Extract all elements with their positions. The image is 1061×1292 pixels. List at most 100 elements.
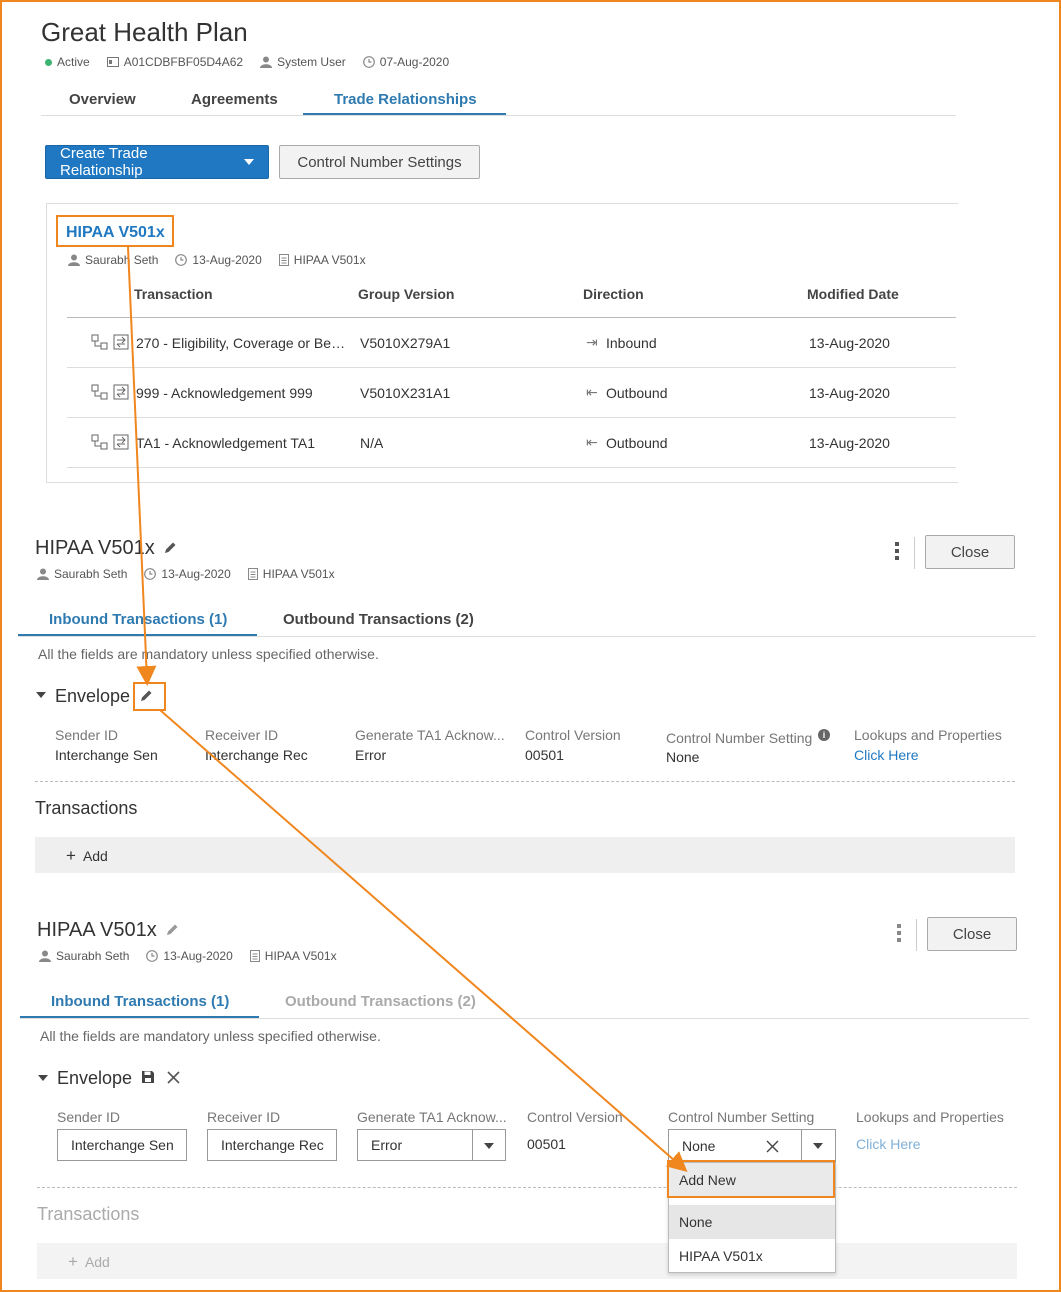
control-number-settings-button[interactable]: Control Number Settings: [279, 145, 480, 179]
status-dot-icon: [45, 58, 52, 66]
transactions-heading: Transactions: [37, 1204, 140, 1224]
edit-map-icon[interactable]: [113, 334, 129, 350]
ta1-select[interactable]: Error: [357, 1129, 506, 1161]
kebab-menu-icon[interactable]: [897, 924, 901, 945]
detail-author: Saurabh Seth: [56, 949, 130, 963]
row1-direction: Inbound: [606, 335, 657, 351]
save-icon[interactable]: [141, 1070, 155, 1084]
col-group-version[interactable]: Group Version: [358, 286, 454, 302]
row1-transaction: 270 - Eligibility, Coverage or Bene...: [136, 335, 352, 351]
plus-icon: +: [66, 846, 76, 865]
dropdown-option-hipaa[interactable]: HIPAA V501x: [669, 1239, 835, 1273]
envelope-divider: [37, 1187, 1017, 1188]
transactions-heading: Transactions: [35, 798, 138, 818]
collapse-caret-icon[interactable]: [36, 692, 46, 698]
detail-author: Saurabh Seth: [54, 567, 128, 581]
envelope-heading: Envelope: [57, 1068, 133, 1088]
outbound-arrow-icon: ⇤: [586, 384, 598, 400]
receiver-id-value: Interchange Rec: [205, 747, 308, 763]
clock-icon: [175, 254, 188, 266]
receiver-id-input[interactable]: Interchange Rec: [207, 1129, 337, 1161]
edit-map-icon[interactable]: [113, 384, 129, 400]
caret-down-icon: [244, 159, 254, 165]
col-modified-date[interactable]: Modified Date: [807, 286, 899, 302]
create-trade-relationship-button[interactable]: Create Trade Relationship: [45, 145, 269, 179]
header-date: 07-Aug-2020: [379, 55, 450, 69]
select-divider: [472, 1130, 473, 1160]
detail-title: HIPAA V501x: [35, 537, 155, 559]
collapse-caret-icon[interactable]: [38, 1075, 48, 1081]
clock-icon: [362, 56, 375, 68]
header-user: System User: [277, 55, 346, 69]
workflow-icon[interactable]: [91, 384, 109, 400]
pencil-icon[interactable]: [164, 541, 177, 554]
tab-trade-relationships[interactable]: Trade Relationships: [334, 91, 477, 108]
sender-id-input[interactable]: Interchange Sen: [57, 1129, 187, 1161]
lookups-link[interactable]: Click Here: [856, 1136, 921, 1152]
vertical-divider: [914, 537, 915, 569]
receiver-id-label: Receiver ID: [207, 1109, 281, 1125]
row3-transaction: TA1 - Acknowledgement TA1: [136, 435, 315, 451]
lookups-label: Lookups and Properties: [856, 1109, 1004, 1125]
plus-icon: +: [68, 1252, 78, 1271]
info-icon[interactable]: i: [818, 729, 830, 741]
ta1-label: Generate TA1 Acknow...: [355, 727, 505, 743]
highlight-add-new: [667, 1160, 835, 1198]
detail-date: 13-Aug-2020: [163, 949, 233, 963]
control-number-label: Control Number Setting: [666, 730, 813, 746]
ta1-value: Error: [355, 747, 387, 763]
envelope-heading: Envelope: [55, 686, 131, 706]
status-badge: Active: [57, 55, 90, 69]
row3-direction: Outbound: [606, 435, 668, 451]
header-meta: Active A01CDBFBF05D4A62 System User 07-A…: [45, 55, 449, 69]
control-version-label: Control Version: [525, 727, 621, 743]
row1-group-version: V5010X279A1: [360, 335, 451, 351]
control-number-value: None: [666, 749, 700, 765]
outbound-arrow-icon: ⇤: [586, 434, 598, 450]
tab-outbound-transactions[interactable]: Outbound Transactions (2): [285, 993, 476, 1010]
tab-inbound-transactions[interactable]: Inbound Transactions (1): [49, 611, 227, 628]
mandatory-note: All the fields are mandatory unless spec…: [38, 646, 379, 662]
row2-transaction: 999 - Acknowledgement 999: [136, 385, 313, 401]
document-icon: [247, 568, 258, 580]
highlight-card-title: [56, 215, 174, 247]
close-icon[interactable]: [167, 1071, 180, 1084]
tabs-divider: [41, 115, 956, 116]
kebab-menu-icon[interactable]: [895, 542, 899, 563]
col-direction[interactable]: Direction: [583, 286, 644, 302]
sender-id-value: Interchange Sen: [55, 747, 158, 763]
tab-outbound-transactions[interactable]: Outbound Transactions (2): [283, 611, 474, 628]
workflow-icon[interactable]: [91, 334, 109, 350]
add-button[interactable]: + Add: [66, 846, 108, 865]
detail-version: HIPAA V501x: [262, 567, 335, 581]
chevron-down-icon[interactable]: [813, 1143, 823, 1149]
user-icon: [39, 950, 51, 962]
add-label: Add: [84, 1254, 110, 1270]
col-transaction[interactable]: Transaction: [134, 286, 213, 302]
create-button-label: Create Trade Relationship: [60, 145, 148, 179]
envelope-divider: [35, 781, 1015, 782]
dropdown-option-none[interactable]: None: [669, 1205, 835, 1239]
edit-map-icon[interactable]: [113, 434, 129, 450]
tab-overview[interactable]: Overview: [69, 91, 136, 108]
clear-icon[interactable]: [766, 1140, 779, 1153]
pencil-icon[interactable]: [166, 923, 179, 936]
tab-inbound-transactions[interactable]: Inbound Transactions (1): [51, 993, 229, 1010]
lookups-link[interactable]: Click Here: [854, 747, 919, 763]
chevron-down-icon[interactable]: [484, 1143, 494, 1149]
card-version: HIPAA V501x: [293, 253, 366, 267]
document-icon: [278, 254, 289, 266]
add-label: Add: [82, 848, 108, 864]
detail-meta: Saurabh Seth 13-Aug-2020 HIPAA V501x: [37, 567, 335, 581]
detail-version: HIPAA V501x: [264, 949, 337, 963]
detail-date: 13-Aug-2020: [161, 567, 231, 581]
close-button[interactable]: Close: [925, 535, 1015, 569]
workflow-icon[interactable]: [91, 434, 109, 450]
tab-agreements[interactable]: Agreements: [191, 91, 278, 108]
control-number-select[interactable]: None: [668, 1129, 836, 1162]
close-button[interactable]: Close: [927, 917, 1017, 951]
add-button[interactable]: + Add: [68, 1252, 110, 1271]
control-version-value: 00501: [527, 1136, 566, 1152]
control-version-value: 00501: [525, 747, 564, 763]
tabs-divider: [20, 1018, 1029, 1019]
